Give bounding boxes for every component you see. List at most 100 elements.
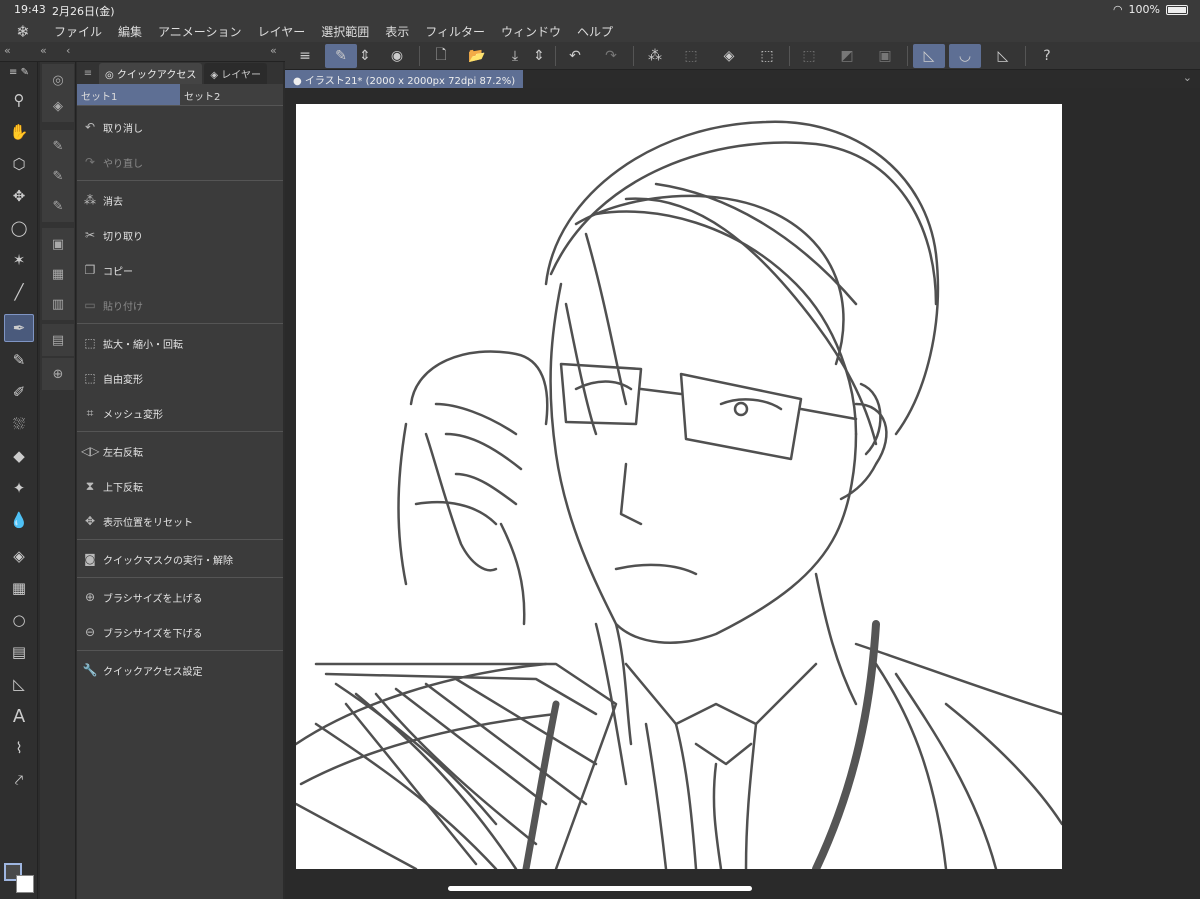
sub-color-swatch[interactable] xyxy=(16,875,34,893)
sub-tool-pen-settings-icon[interactable]: ✎ xyxy=(42,130,74,162)
show-selection-icon[interactable]: ▣ xyxy=(869,44,901,68)
separator xyxy=(789,46,790,66)
fill-tool-icon[interactable]: ◈ xyxy=(4,542,34,570)
qa-quick-mask[interactable]: ◙ クイックマスクの実行・解除 xyxy=(77,544,283,574)
qa-paste[interactable]: ▭ 貼り付け xyxy=(77,290,283,320)
command-bar: ≡ ✎ ⇕ ◉ 🗋 📂 ⤓ ⇕ ↶ ↷ ⁂ ⬚ ◈ ⬚ ⬚ ◩ ▣ ◺ ◡ ◺ … xyxy=(285,42,1200,70)
qa-copy[interactable]: ❐ コピー xyxy=(77,255,283,285)
text-tool-icon[interactable]: A xyxy=(4,702,34,730)
battery-icon xyxy=(1166,4,1188,15)
zoom-tool-icon[interactable]: ⚲ xyxy=(4,86,34,114)
menu-selection[interactable]: 選択範囲 xyxy=(313,23,377,40)
snap-ruler-icon[interactable]: ◺ xyxy=(913,44,945,68)
fill-icon[interactable]: ◈ xyxy=(713,44,745,68)
edit-mode-icon[interactable]: ✎ xyxy=(325,44,357,68)
frame-tool-icon[interactable]: ▤ xyxy=(4,638,34,666)
autosave-icon[interactable]: ◉ xyxy=(381,44,413,68)
ruler-tool-icon[interactable]: ◺ xyxy=(4,670,34,698)
decoration-tool-icon[interactable]: ✦ xyxy=(4,474,34,502)
blend-tool-icon[interactable]: 💧 xyxy=(4,506,34,534)
redo-icon[interactable]: ↷ xyxy=(595,44,627,68)
drawing-canvas[interactable] xyxy=(296,104,1062,869)
collapse-panel-icon[interactable]: ‹ xyxy=(66,44,70,57)
sub-tool-layers-icon[interactable]: ◈ xyxy=(42,90,74,122)
move-layer-tool-icon[interactable]: ✥ xyxy=(4,182,34,210)
qa-undo[interactable]: ↶ 取り消し xyxy=(77,112,283,142)
collapse-left-icon[interactable]: « xyxy=(4,44,11,57)
document-tab[interactable]: ● イラスト21* (2000 x 2000px 72dpi 87.2%) xyxy=(285,70,524,88)
menu-help[interactable]: ヘルプ xyxy=(569,23,621,40)
mode-stepper-icon[interactable]: ⇕ xyxy=(355,44,375,68)
menu-window[interactable]: ウィンドウ xyxy=(493,23,569,40)
pencil-tool-icon[interactable]: ✎ xyxy=(4,346,34,374)
magic-wand-tool-icon[interactable]: ✶ xyxy=(4,246,34,274)
menu-animation[interactable]: アニメーション xyxy=(150,23,250,40)
snap-special-ruler-icon[interactable]: ◡ xyxy=(949,44,981,68)
save-stepper-icon[interactable]: ⇕ xyxy=(529,44,549,68)
app-logo-icon[interactable]: ❄ xyxy=(0,20,46,42)
tab-layer[interactable]: ◈ レイヤー xyxy=(204,62,267,84)
qa-flip-horizontal[interactable]: ◁▷ 左右反転 xyxy=(77,436,283,466)
deselect-icon[interactable]: ⬚ xyxy=(793,44,825,68)
menu-filter[interactable]: フィルター xyxy=(417,23,493,40)
invert-selection-icon[interactable]: ◩ xyxy=(831,44,863,68)
tool-strip-menu-icon[interactable]: ≡ ✎ xyxy=(4,64,34,80)
menu-file[interactable]: ファイル xyxy=(46,23,110,40)
balloon-tool-icon[interactable]: ⌇ xyxy=(4,734,34,762)
sub-tool-material-icon[interactable]: ▥ xyxy=(42,288,74,320)
undo-icon[interactable]: ↶ xyxy=(559,44,591,68)
tab-quick-access[interactable]: ◎ クイックアクセス xyxy=(99,62,203,84)
qa-clear[interactable]: ⁂ 消去 xyxy=(77,185,283,215)
sub-tool-strip: ◎ ◈ ✎ ✎ ✎ ▣ ▦ ▥ ▤ ⊕ xyxy=(40,62,76,899)
gradient-tool-icon[interactable]: ▦ xyxy=(4,574,34,602)
qa-flip-vertical[interactable]: ⧗ 上下反転 xyxy=(77,471,283,501)
main-menu-icon[interactable]: ≡ xyxy=(289,44,321,68)
clear-icon[interactable]: ⁂ xyxy=(639,44,671,68)
qa-reset-view-label: 表示位置をリセット xyxy=(103,517,193,529)
sub-tool-color-circle-icon[interactable]: ▣ xyxy=(42,228,74,260)
figure-tool-icon[interactable]: ○ xyxy=(4,606,34,634)
sub-tool-pen-list-icon[interactable]: ✎ xyxy=(42,190,74,222)
sub-tool-search-icon[interactable]: ⊕ xyxy=(42,358,74,390)
clear-outside-icon[interactable]: ⬚ xyxy=(675,44,707,68)
hand-tool-icon[interactable]: ✋ xyxy=(4,118,34,146)
new-file-icon[interactable]: 🗋 xyxy=(425,44,457,68)
sub-tool-timeline-icon[interactable]: ▤ xyxy=(42,324,74,356)
snap-grid-icon[interactable]: ◺ xyxy=(987,44,1019,68)
menu-edit[interactable]: 編集 xyxy=(110,23,150,40)
save-icon[interactable]: ⤓ xyxy=(499,44,531,68)
qa-flip-horizontal-label: 左右反転 xyxy=(103,447,143,459)
canvas-area[interactable] xyxy=(285,88,1200,899)
collapse-sub-icon[interactable]: « xyxy=(40,44,47,57)
qa-brush-size-down[interactable]: ⊖ ブラシサイズを下げる xyxy=(77,617,283,647)
sub-tool-color-set-icon[interactable]: ▦ xyxy=(42,258,74,290)
eraser-tool-icon[interactable]: ◆ xyxy=(4,442,34,470)
menu-layer[interactable]: レイヤー xyxy=(250,23,314,40)
qa-free-transform[interactable]: ⬚ 自由変形 xyxy=(77,363,283,393)
qa-reset-view[interactable]: ✥ 表示位置をリセット xyxy=(77,506,283,536)
qa-mesh-transform[interactable]: ⌗ メッシュ変形 xyxy=(77,398,283,428)
pen-tool-icon[interactable]: ✒ xyxy=(4,314,34,342)
qa-scale-rotate[interactable]: ⬚ 拡大・縮小・回転 xyxy=(77,328,283,358)
operation-tool-icon[interactable]: ⬡ xyxy=(4,150,34,178)
correct-line-tool-icon[interactable]: ⤤ xyxy=(4,766,34,794)
transform-icon[interactable]: ⬚ xyxy=(751,44,783,68)
airbrush-tool-icon[interactable]: ⛆ xyxy=(4,410,34,438)
menu-view[interactable]: 表示 xyxy=(377,23,417,40)
qa-cut[interactable]: ✂ 切り取り xyxy=(77,220,283,250)
set-tab-1[interactable]: セット1 xyxy=(77,84,180,106)
qa-settings[interactable]: 🔧 クイックアクセス設定 xyxy=(77,655,283,685)
panel-menu-icon[interactable]: ≡ xyxy=(77,68,99,79)
help-icon[interactable]: ? xyxy=(1031,44,1063,68)
lasso-tool-icon[interactable]: ◯ xyxy=(4,214,34,242)
qa-free-transform-label: 自由変形 xyxy=(103,374,143,386)
qa-brush-size-up[interactable]: ⊕ ブラシサイズを上げる xyxy=(77,582,283,612)
brush-tool-icon[interactable]: ✐ xyxy=(4,378,34,406)
sub-tool-pen-target-icon[interactable]: ✎ xyxy=(42,160,74,192)
open-file-icon[interactable]: 📂 xyxy=(461,44,493,68)
eyedropper-tool-icon[interactable]: ╱ xyxy=(4,278,34,306)
set-tab-2[interactable]: セット2 xyxy=(180,84,283,106)
qa-redo[interactable]: ↷ やり直し xyxy=(77,147,283,177)
chevron-down-icon[interactable]: ⌄ xyxy=(1183,71,1192,84)
collapse-right-icon[interactable]: « xyxy=(270,44,277,57)
